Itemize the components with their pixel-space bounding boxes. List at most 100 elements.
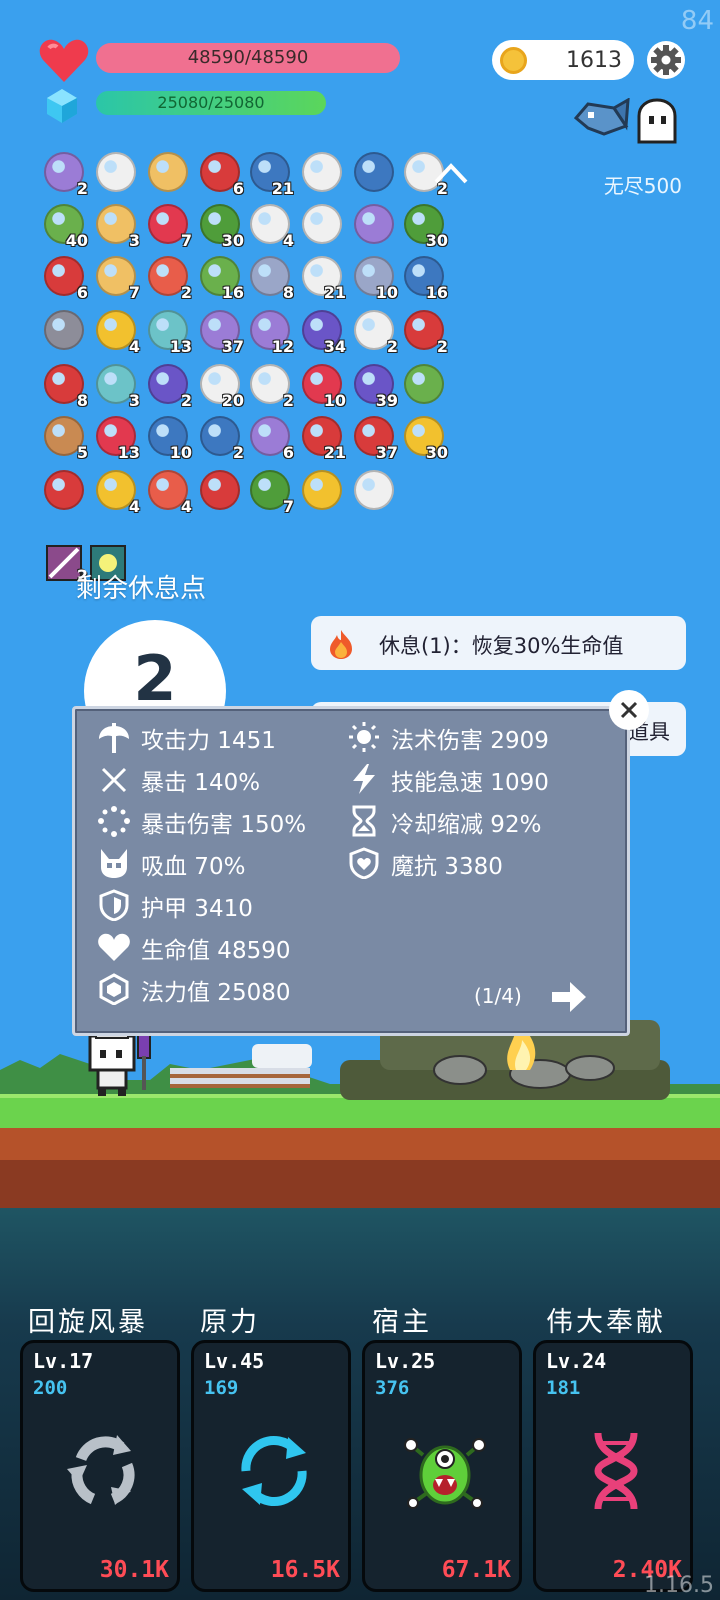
inventory-item[interactable]: 21 <box>298 252 346 302</box>
wing-icon <box>44 310 84 350</box>
inventory-item[interactable]: 21 <box>246 148 294 198</box>
skill-name: 宿主 <box>372 1307 432 1338</box>
item-count: 2 <box>180 283 192 302</box>
inventory-item[interactable]: 40 <box>40 200 88 250</box>
chevron-up-icon[interactable] <box>432 160 470 186</box>
rest-button[interactable]: 休息(1)：恢复30%生命值 <box>311 616 686 670</box>
skill-card-host[interactable]: Lv.25 376 67.1K <box>362 1340 522 1592</box>
skill-card-devotion[interactable]: Lv.24 181 2.40K <box>533 1340 693 1592</box>
inventory-item[interactable]: 8 <box>40 360 88 410</box>
inventory-item[interactable] <box>144 148 192 196</box>
inventory-item[interactable]: 21 <box>298 412 346 462</box>
inventory-item[interactable] <box>92 148 140 196</box>
inventory-item[interactable]: 34 <box>298 306 346 356</box>
inventory-item[interactable]: 2 <box>350 306 398 356</box>
inventory-item[interactable]: 2 <box>246 360 294 410</box>
inventory-item[interactable] <box>196 466 244 514</box>
inventory-item[interactable]: 10 <box>144 412 192 462</box>
inventory-item[interactable]: 4 <box>92 466 140 516</box>
item-count: 30 <box>425 443 448 462</box>
inventory-item[interactable] <box>298 466 346 514</box>
inventory-item[interactable]: 4 <box>92 306 140 356</box>
inventory-item[interactable]: 8 <box>246 252 294 302</box>
dna-icon <box>594 1432 638 1510</box>
ghost-pet-icon[interactable] <box>633 98 681 146</box>
inventory-item[interactable]: 4 <box>144 466 192 516</box>
item-count: 21 <box>323 443 346 462</box>
mode-label: 无尽500 <box>603 174 682 198</box>
inventory-item[interactable]: 37 <box>196 306 244 356</box>
item-count: 37 <box>221 337 244 356</box>
skill-card-force[interactable]: Lv.45 169 16.5K <box>191 1340 351 1592</box>
inventory-item[interactable] <box>400 360 448 408</box>
inventory-item[interactable]: 30 <box>400 412 448 462</box>
inventory-item[interactable]: 7 <box>246 466 294 516</box>
inventory-item[interactable]: 2 <box>400 306 448 356</box>
inventory-item[interactable]: 13 <box>144 306 192 356</box>
gear-icon[interactable] <box>646 40 686 80</box>
item-count: 6 <box>76 283 88 302</box>
inventory-item[interactable]: 30 <box>196 200 244 250</box>
inventory-item[interactable]: 7 <box>92 252 140 302</box>
skill-name: 伟大奉献 <box>546 1307 666 1338</box>
dirt-ground <box>0 1128 720 1208</box>
inventory-item[interactable]: 3 <box>92 200 140 250</box>
inventory-item[interactable]: 6 <box>246 412 294 462</box>
item-count: 4 <box>282 231 294 250</box>
inventory-item[interactable]: 4 <box>246 200 294 250</box>
stat-text: 攻击力 1451 <box>141 728 276 754</box>
inventory-item[interactable]: 20 <box>196 360 244 410</box>
mana-icon <box>99 973 129 1005</box>
inventory-item[interactable]: 2 <box>196 412 244 462</box>
inventory-item[interactable]: 13 <box>92 412 140 462</box>
item-count: 10 <box>375 283 398 302</box>
item-count: 2 <box>76 179 88 198</box>
coin-value: 1613 <box>566 48 622 73</box>
inventory-item[interactable] <box>298 200 346 248</box>
inventory-item[interactable]: 2 <box>144 360 192 410</box>
inventory-item[interactable] <box>40 306 88 354</box>
inventory-item[interactable] <box>350 466 398 514</box>
rest-button-label: 休息(1)：恢复30%生命值 <box>379 634 624 658</box>
inventory-item[interactable]: 10 <box>298 360 346 410</box>
inventory-item[interactable]: 2 <box>40 148 88 198</box>
inventory-item[interactable]: 30 <box>400 200 448 250</box>
inventory-item[interactable] <box>350 148 398 196</box>
inventory-item[interactable]: 39 <box>350 360 398 410</box>
skill-mana-cost: 181 <box>546 1377 581 1399</box>
item-count: 40 <box>65 231 88 250</box>
inventory-item[interactable]: 10 <box>350 252 398 302</box>
inventory-item[interactable]: 6 <box>40 252 88 302</box>
inventory-item[interactable]: 16 <box>196 252 244 302</box>
mana-crystal-icon <box>47 89 77 123</box>
skill-card-whirlwind[interactable]: Lv.17 200 30.1K <box>20 1340 180 1592</box>
inventory-item[interactable] <box>350 200 398 248</box>
inventory-item[interactable]: 7 <box>144 200 192 250</box>
inventory-item[interactable] <box>298 148 346 196</box>
lightning-icon <box>353 764 375 794</box>
mana-text: 25080/25080 <box>157 93 265 112</box>
heart-icon <box>98 933 130 961</box>
hero-character <box>88 1030 151 1096</box>
hourglass-icon <box>352 805 376 837</box>
item-count: 3 <box>128 391 140 410</box>
inventory-item[interactable] <box>40 466 88 514</box>
inventory-item[interactable]: 37 <box>350 412 398 462</box>
skill-mana-cost: 169 <box>204 1377 239 1399</box>
wizard-hat-icon <box>148 152 188 192</box>
inventory-item[interactable]: 5 <box>40 412 88 462</box>
item-count: 13 <box>117 443 140 462</box>
item-count: 13 <box>169 337 192 356</box>
inventory-item[interactable]: 2 <box>144 252 192 302</box>
item-count: 4 <box>180 497 192 516</box>
inventory-item[interactable]: 12 <box>246 306 294 356</box>
rest-count: 2 <box>133 642 177 715</box>
next-page-arrow-icon[interactable] <box>550 980 588 1014</box>
fish-pet-icon[interactable] <box>574 98 630 140</box>
inventory-item[interactable]: 3 <box>92 360 140 410</box>
stat-text: 技能急速 1090 <box>391 770 549 796</box>
close-button[interactable] <box>609 690 649 730</box>
inventory-item[interactable]: 16 <box>400 252 448 302</box>
inventory-item[interactable]: 6 <box>196 148 244 198</box>
skill-name: 回旋风暴 <box>28 1307 148 1338</box>
